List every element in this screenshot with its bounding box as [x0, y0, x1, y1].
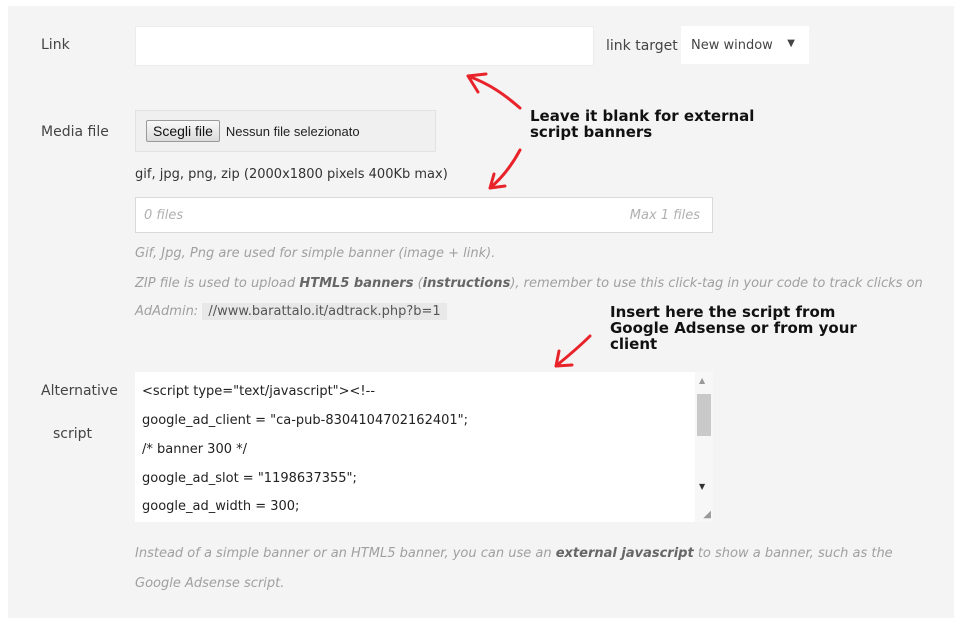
arrow-to-script-box — [554, 334, 592, 368]
annotation-arrows — [466, 72, 592, 368]
arrow-to-formats — [488, 148, 522, 190]
arrow-to-link-input — [466, 72, 522, 110]
